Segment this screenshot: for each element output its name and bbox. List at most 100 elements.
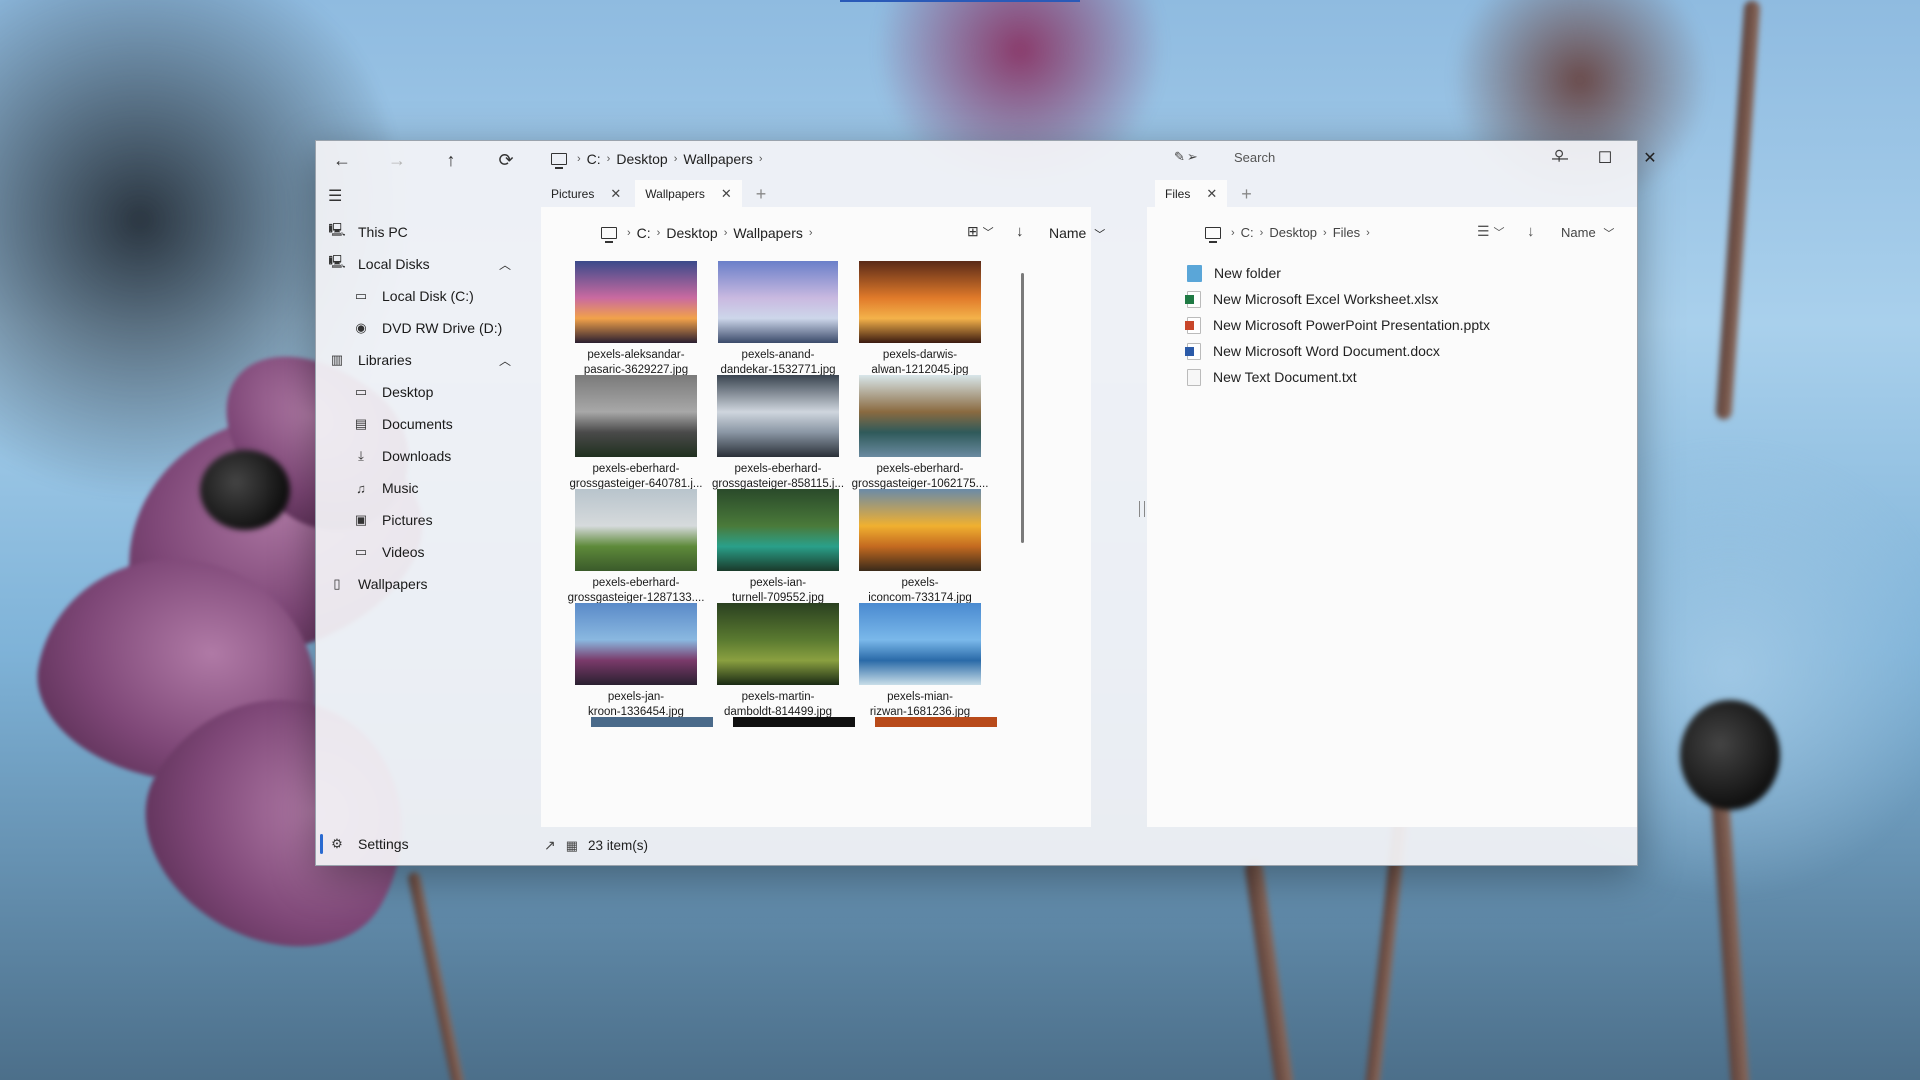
layout-mode-button[interactable]: ☰ ﹀	[1477, 223, 1504, 240]
breadcrumb-wallpapers[interactable]: Wallpapers	[733, 225, 803, 241]
breadcrumb-drive[interactable]: C:	[1241, 225, 1254, 240]
thumbnail-tile[interactable]: pexels-eberhard- grossgasteiger-1062175.…	[845, 375, 995, 492]
sidebar-item-libraries[interactable]: ▥ Libraries ︿	[326, 347, 531, 373]
right-pane-breadcrumb[interactable]: › C: › Desktop › Files ›	[1205, 225, 1370, 243]
sidebar-item-local-disks[interactable]: 🖳 Local Disks ︿	[326, 251, 531, 277]
sidebar-item-local-disk-c[interactable]: ▭ Local Disk (C:)	[350, 283, 474, 309]
tab-label: Pictures	[551, 187, 595, 201]
sort-direction-button[interactable]: ↓	[1016, 223, 1024, 240]
chevron-right-icon: ›	[656, 227, 661, 239]
new-tab-button[interactable]: +	[756, 180, 767, 208]
thumbnail-tile[interactable]: pexels-eberhard- grossgasteiger-858115.j…	[703, 375, 853, 492]
sidebar-item-dvd-drive[interactable]: ◉ DVD RW Drive (D:)	[350, 315, 502, 341]
close-icon[interactable]: ✕	[721, 186, 732, 202]
thumbnail-tile[interactable]: pexels-darwis- alwan-1212045.jpg	[845, 261, 995, 378]
vertical-scrollbar[interactable]	[1021, 273, 1024, 543]
chevron-right-icon: ›	[673, 153, 678, 165]
sidebar-item-downloads[interactable]: ⤓ Downloads	[350, 443, 451, 469]
thumbnail-tile[interactable]: pexels-eberhard- grossgasteiger-640781.j…	[561, 375, 711, 492]
file-list-item[interactable]: New Text Document.txt	[1187, 364, 1357, 390]
layout-mode-button[interactable]: ⊞ ﹀	[967, 223, 994, 240]
sidebar-item-label: Libraries	[358, 352, 412, 368]
breadcrumb-desktop[interactable]: Desktop	[666, 225, 717, 241]
computer-icon[interactable]	[601, 227, 617, 243]
tab-files[interactable]: Files ✕	[1155, 180, 1228, 208]
thumbnail-tile[interactable]: pexels-aleksandar- pasaric-3629227.jpg	[561, 261, 711, 378]
new-tab-button[interactable]: +	[1241, 180, 1252, 208]
thumbnail-label: pexels-jan- kroon-1336454.jpg	[588, 691, 684, 718]
thumbnail-image-partial[interactable]	[591, 717, 713, 727]
sidebar-item-pictures[interactable]: ▣ Pictures	[350, 507, 433, 533]
sidebar: ☰ 🖳 This PC 🖳 Local Disks ︿ ▭ Local Disk…	[316, 177, 541, 865]
thumbnail-tile[interactable]: pexels-eberhard- grossgasteiger-1287133.…	[561, 489, 711, 606]
sidebar-item-videos[interactable]: ▭ Videos	[350, 539, 425, 565]
thumbnail-tile[interactable]: pexels-mian- rizwan-1681236.jpg	[845, 603, 995, 720]
forward-button[interactable]: →	[383, 149, 411, 171]
library-icon: ▥	[330, 352, 344, 367]
close-button[interactable]: ✕	[1630, 147, 1670, 171]
file-list-item[interactable]: New Microsoft Excel Worksheet.xlsx	[1185, 286, 1438, 312]
chevron-right-icon: ›	[627, 227, 631, 239]
sort-by-button[interactable]: Name ﹀	[1049, 225, 1105, 242]
minimize-button[interactable]: —	[1540, 147, 1580, 171]
thumbnail-image	[859, 261, 981, 343]
sidebar-item-label: Local Disks	[358, 256, 430, 272]
pane-splitter[interactable]	[1139, 501, 1145, 517]
thumbnail-tile[interactable]: pexels-ian- turnell-709552.jpg	[703, 489, 853, 606]
thumbnail-label: pexels-anand- dandekar-1532771.jpg	[720, 349, 836, 376]
thumbnail-tile[interactable]: pexels- iconcom-733174.jpg	[845, 489, 995, 606]
sidebar-item-documents[interactable]: ▤ Documents	[350, 411, 453, 437]
maximize-button[interactable]: ☐	[1585, 147, 1625, 171]
breadcrumb-files[interactable]: Files	[1333, 225, 1360, 240]
sidebar-item-this-pc[interactable]: 🖳 This PC	[326, 219, 407, 245]
sidebar-item-label: Downloads	[382, 448, 452, 464]
sidebar-item-wallpapers[interactable]: ▯ Wallpapers	[326, 571, 427, 597]
thumbnail-label: pexels-eberhard- grossgasteiger-640781.j…	[569, 463, 703, 490]
chevron-right-icon: ›	[606, 153, 611, 165]
item-count-icon: ▦	[565, 837, 579, 853]
search-input[interactable]: Search ⚲	[1234, 147, 1564, 169]
chevron-up-icon[interactable]: ︿	[499, 352, 511, 369]
chevron-up-icon[interactable]: ︿	[499, 256, 511, 273]
sort-direction-button[interactable]: ↓	[1527, 223, 1535, 240]
thumbnail-tile[interactable]: pexels-jan- kroon-1336454.jpg	[561, 603, 711, 720]
tab-wallpapers[interactable]: Wallpapers ✕	[635, 180, 742, 208]
thumbnail-image-partial[interactable]	[875, 717, 997, 727]
left-pane-breadcrumb[interactable]: › C: › Desktop › Wallpapers ›	[601, 225, 813, 243]
chevron-right-icon: ›	[758, 153, 763, 165]
folder-icon: ▯	[333, 576, 341, 591]
close-icon[interactable]: ✕	[610, 186, 621, 202]
address-part-wallpapers[interactable]: Wallpapers	[683, 151, 753, 167]
up-button[interactable]: ↑	[437, 149, 465, 171]
back-button[interactable]: ←	[328, 149, 356, 171]
settings-button[interactable]: ⚙ Settings	[320, 831, 409, 857]
tab-pictures[interactable]: Pictures ✕	[541, 180, 631, 208]
sidebar-item-label: Local Disk (C:)	[382, 288, 474, 304]
breadcrumb-drive[interactable]: C:	[637, 225, 651, 241]
close-icon[interactable]: ✕	[1206, 186, 1217, 202]
right-pane-tabstrip: Files ✕ +	[1155, 178, 1252, 208]
breadcrumb-desktop[interactable]: Desktop	[1269, 225, 1317, 240]
thumbnail-image	[859, 489, 981, 571]
thumbnail-image	[717, 603, 839, 685]
sort-by-button[interactable]: Name ﹀	[1561, 225, 1614, 241]
thumbnail-image-partial[interactable]	[733, 717, 855, 727]
hamburger-menu-icon[interactable]: ☰	[328, 186, 342, 206]
trend-icon[interactable]: ↗	[544, 837, 556, 854]
sidebar-item-desktop[interactable]: ▭ Desktop	[350, 379, 434, 405]
sidebar-item-music[interactable]: ♫ Music	[350, 475, 418, 501]
computer-icon[interactable]	[1205, 226, 1221, 243]
computer-icon[interactable]	[551, 153, 567, 169]
edit-path-button[interactable]: ✎ ➢	[1174, 149, 1198, 165]
refresh-button[interactable]: ⟳	[492, 149, 520, 171]
file-list-item[interactable]: New folder	[1187, 260, 1281, 286]
address-bar[interactable]: › C: › Desktop › Wallpapers ›	[551, 151, 763, 169]
address-part-desktop[interactable]: Desktop	[616, 151, 667, 167]
address-drive[interactable]: C:	[587, 151, 601, 167]
thumbnail-tile[interactable]: pexels-anand- dandekar-1532771.jpg	[703, 261, 853, 378]
file-list-item[interactable]: New Microsoft PowerPoint Presentation.pp…	[1185, 312, 1490, 338]
thumbnail-tile[interactable]: pexels-martin- damboldt-814499.jpg	[703, 603, 853, 720]
file-list-item[interactable]: New Microsoft Word Document.docx	[1185, 338, 1440, 364]
thumbnail-image	[575, 261, 697, 343]
files-window: ← → ↑ ⟳ › C: › Desktop › Wallpapers › ✎ ➢…	[315, 140, 1657, 866]
